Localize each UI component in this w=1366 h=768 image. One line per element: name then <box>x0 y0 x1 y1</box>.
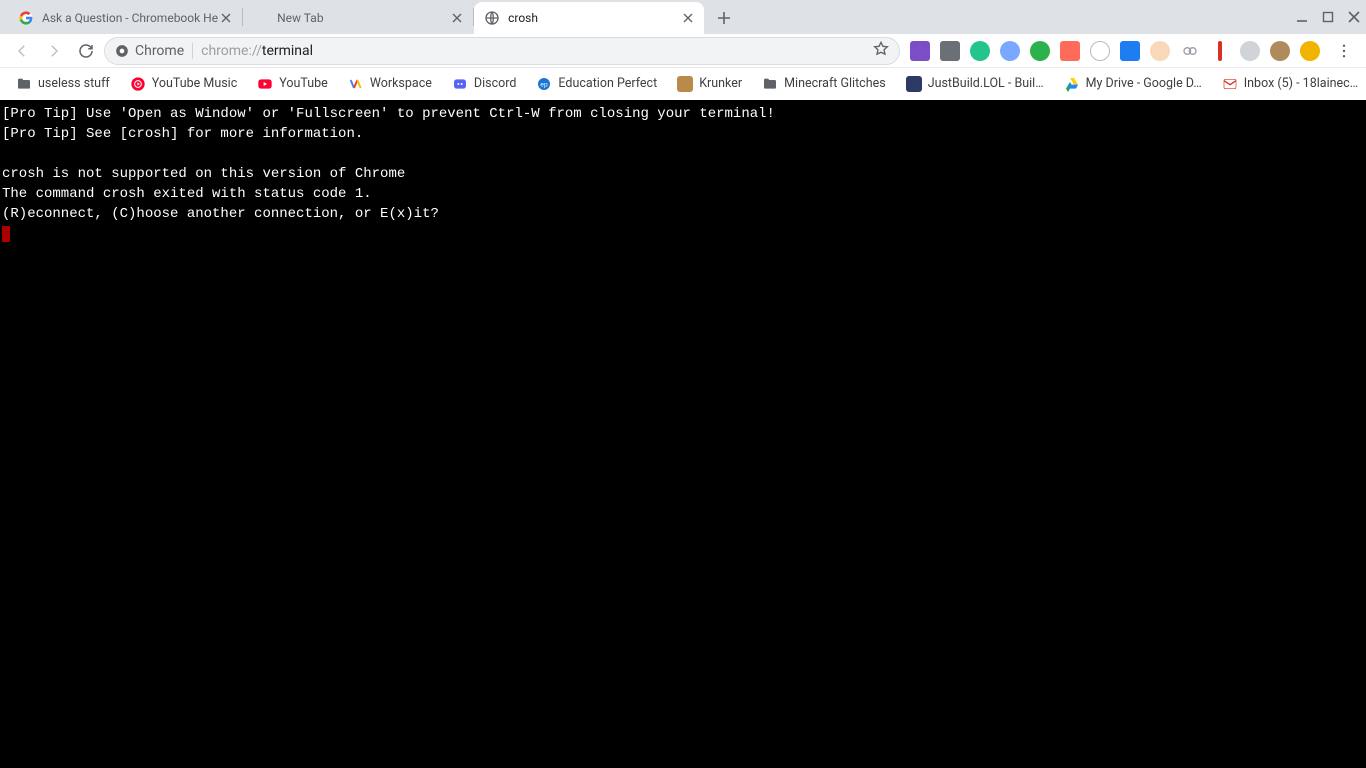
extension-icon[interactable] <box>1000 41 1020 61</box>
folder-icon <box>16 76 32 92</box>
tab-close-button[interactable] <box>449 10 465 26</box>
extension-icon[interactable] <box>970 41 990 61</box>
bookmark-label: Workspace <box>370 76 432 91</box>
terminal-line: crosh is not supported on this version o… <box>2 166 405 182</box>
address-bar[interactable]: Chrome chrome://terminal <box>104 37 900 65</box>
tab-close-button[interactable] <box>680 10 696 26</box>
ep-icon: ep <box>536 76 552 92</box>
bookmark-label: My Drive - Google D… <box>1086 76 1202 91</box>
bookmark-label: Krunker <box>699 76 742 91</box>
bookmark-discord[interactable]: Discord <box>444 72 525 96</box>
bookmark-youtube[interactable]: YouTube <box>249 72 336 96</box>
browser-toolbar: Chrome chrome://terminal <box>0 34 1366 68</box>
extension-icon[interactable] <box>1270 41 1290 61</box>
youtube-music-icon <box>130 76 146 92</box>
bookmark-folder-minecraft-glitches[interactable]: Minecraft Glitches <box>754 72 894 96</box>
close-window-button[interactable] <box>1348 11 1360 23</box>
extension-icon[interactable] <box>1120 41 1140 61</box>
back-button[interactable] <box>8 37 36 65</box>
bookmark-youtube-music[interactable]: YouTube Music <box>122 72 246 96</box>
globe-favicon <box>484 10 500 26</box>
justbuild-icon <box>906 76 922 92</box>
tab-title: Ask a Question - Chromebook He <box>42 11 218 25</box>
bookmark-label: Minecraft Glitches <box>784 76 886 91</box>
reload-button[interactable] <box>72 37 100 65</box>
terminal-line: [Pro Tip] Use 'Open as Window' or 'Fulls… <box>2 106 775 122</box>
extension-icon[interactable] <box>1180 41 1200 61</box>
gmail-icon <box>1222 76 1238 92</box>
bookmark-label: Education Perfect <box>558 76 657 91</box>
bookmark-workspace[interactable]: Workspace <box>340 72 440 96</box>
bookmark-justbuild[interactable]: JustBuild.LOL - Buil… <box>898 72 1052 96</box>
terminal-cursor <box>2 226 10 242</box>
tab-close-button[interactable] <box>218 10 234 26</box>
svg-text:ep: ep <box>541 81 549 88</box>
drive-icon <box>1064 76 1080 92</box>
extension-icon[interactable] <box>1210 41 1230 61</box>
bookmark-label: YouTube Music <box>152 76 238 91</box>
chrome-icon <box>115 44 129 58</box>
extension-icon[interactable] <box>1030 41 1050 61</box>
bookmarks-bar: useless stuff YouTube Music YouTube Work… <box>0 68 1366 100</box>
terminal-line: The command crosh exited with status cod… <box>2 186 372 202</box>
extension-icon[interactable] <box>1240 41 1260 61</box>
site-chip: Chrome <box>115 43 193 59</box>
extension-icon[interactable] <box>1090 41 1110 61</box>
folder-icon <box>762 76 778 92</box>
browser-menu-button[interactable] <box>1330 37 1358 65</box>
bookmark-label: useless stuff <box>38 76 110 91</box>
bookmark-label: Inbox (5) - 18lainec… <box>1244 76 1358 91</box>
workspace-icon <box>348 76 364 92</box>
google-favicon <box>18 10 34 26</box>
bookmark-label: YouTube <box>279 76 328 91</box>
empty-favicon <box>253 10 269 26</box>
extension-icons <box>904 41 1326 61</box>
forward-button[interactable] <box>40 37 68 65</box>
bookmark-education-perfect[interactable]: ep Education Perfect <box>528 72 665 96</box>
minimize-button[interactable] <box>1296 11 1308 23</box>
extension-icon[interactable] <box>1060 41 1080 61</box>
terminal-line: [Pro Tip] See [crosh] for more informati… <box>2 126 363 142</box>
tab-new-tab[interactable]: New Tab <box>243 2 473 34</box>
extension-icon[interactable] <box>940 41 960 61</box>
krunker-icon <box>677 76 693 92</box>
extension-icon[interactable] <box>910 41 930 61</box>
tab-title: New Tab <box>277 11 449 25</box>
tab-strip: Ask a Question - Chromebook He New Tab c… <box>0 0 1366 34</box>
url-text: chrome://terminal <box>201 43 865 59</box>
discord-icon <box>452 76 468 92</box>
bookmark-krunker[interactable]: Krunker <box>669 72 750 96</box>
new-tab-button[interactable] <box>710 4 738 32</box>
extension-icon[interactable] <box>1150 41 1170 61</box>
tab-crosh[interactable]: crosh <box>474 2 704 34</box>
youtube-icon <box>257 76 273 92</box>
bookmark-google-drive[interactable]: My Drive - Google D… <box>1056 72 1210 96</box>
bookmark-folder-useless-stuff[interactable]: useless stuff <box>8 72 118 96</box>
bookmark-star-icon[interactable] <box>873 41 889 61</box>
terminal-output[interactable]: [Pro Tip] Use 'Open as Window' or 'Fulls… <box>0 100 1366 768</box>
bookmark-gmail-inbox[interactable]: Inbox (5) - 18lainec… <box>1214 72 1366 96</box>
tab-title: crosh <box>508 11 680 25</box>
site-chip-label: Chrome <box>135 43 184 59</box>
bookmark-label: Discord <box>474 76 517 91</box>
extension-icon[interactable] <box>1300 41 1320 61</box>
maximize-button[interactable] <box>1322 11 1334 23</box>
bookmark-label: JustBuild.LOL - Buil… <box>928 76 1044 91</box>
window-controls <box>1296 0 1360 34</box>
tab-ask-a-question[interactable]: Ask a Question - Chromebook He <box>8 2 242 34</box>
terminal-line: (R)econnect, (C)hoose another connection… <box>2 206 439 222</box>
